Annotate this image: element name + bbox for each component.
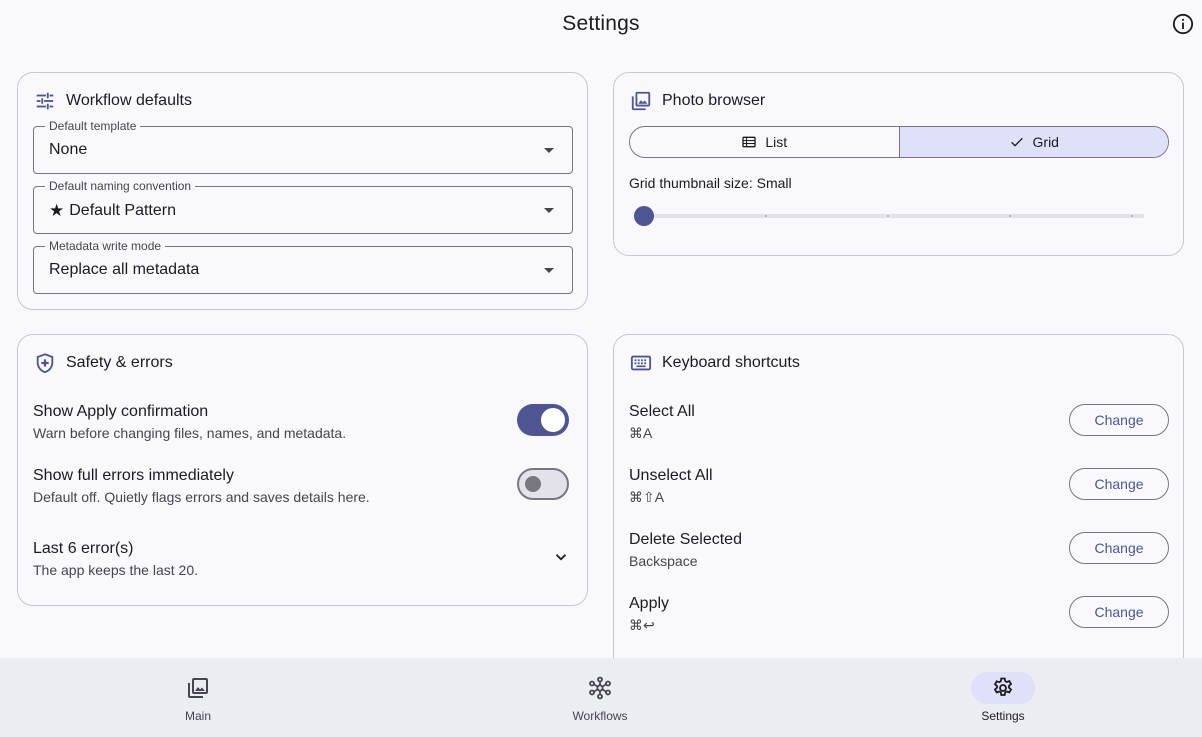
slider-tick [887, 215, 889, 217]
change-unselect-all-button[interactable]: Change [1069, 468, 1169, 500]
grid-view-label: Grid [1032, 134, 1059, 150]
tune-icon [36, 92, 54, 110]
workflow-defaults-card: Workflow defaults Default template None … [17, 72, 588, 310]
info-icon[interactable] [1172, 13, 1194, 35]
card-header: Workflow defaults [34, 90, 192, 112]
card-title: Workflow defaults [66, 92, 192, 109]
slider-thumb[interactable] [634, 206, 654, 226]
field-label: Metadata write mode [45, 239, 166, 253]
dropdown-arrow-icon [544, 208, 554, 213]
page-title: Settings [562, 12, 640, 35]
card-header: Safety & errors [34, 352, 173, 374]
row-subtitle: Warn before changing files, names, and m… [33, 425, 347, 441]
grid-view-button[interactable]: Grid [898, 127, 1168, 157]
nav-label: Main [184, 709, 211, 723]
change-select-all-button[interactable]: Change [1069, 404, 1169, 436]
photo-icon [188, 678, 208, 698]
nav-label: Settings [981, 709, 1025, 723]
apply-confirmation-row: Show Apply confirmation Warn before chan… [33, 402, 346, 442]
nav-item-main[interactable]: Main [133, 658, 263, 737]
apply-confirmation-switch[interactable] [517, 404, 569, 436]
nav-pill [971, 672, 1035, 704]
shortcut-row-unselect-all: Unselect All ⌘⇧A [629, 466, 713, 506]
gear-icon [993, 677, 1013, 696]
field-value: Replace all metadata [49, 261, 200, 278]
shortcut-name: Delete Selected [629, 531, 742, 548]
row-subtitle: The app keeps the last 20. [33, 562, 198, 578]
default-template-dropdown[interactable]: Default template None [33, 119, 573, 174]
list-view-label: List [765, 134, 788, 150]
bottom-navigation-bar: Main Workflows Settings [0, 658, 1202, 737]
row-title: Show Apply confirmation [33, 403, 209, 420]
nav-pill [568, 672, 632, 704]
photo-library-icon [631, 91, 651, 111]
safety-errors-card: Safety & errors Show Apply confirmation … [17, 334, 588, 606]
card-title: Safety & errors [66, 354, 173, 371]
shortcut-name: Select All [629, 403, 695, 420]
shortcut-row-apply: Apply ⌘↩ [629, 594, 669, 634]
shortcut-name: Unselect All [629, 467, 713, 484]
shortcut-keys: ⌘A [629, 425, 653, 441]
view-mode-toggle: List Grid [629, 126, 1169, 158]
slider-tick [1131, 215, 1133, 217]
thumbnail-size-label: Grid thumbnail size: Small [629, 175, 792, 191]
slider-track [644, 214, 1144, 218]
keyboard-shortcuts-card: Keyboard shortcuts Select All ⌘A Change … [613, 334, 1184, 694]
card-title: Photo browser [662, 92, 766, 109]
field-label: Default template [45, 119, 141, 133]
shortcut-keys: Backspace [629, 553, 698, 569]
card-title: Keyboard shortcuts [662, 354, 800, 371]
nav-item-settings[interactable]: Settings [938, 658, 1068, 737]
nav-item-workflows[interactable]: Workflows [535, 658, 665, 737]
change-apply-button[interactable]: Change [1069, 596, 1169, 628]
dropdown-arrow-icon [544, 268, 554, 273]
field-value: ★ Default Pattern [49, 201, 176, 220]
shield-icon [36, 353, 54, 374]
metadata-write-mode-dropdown[interactable]: Metadata write mode Replace all metadata [33, 239, 573, 294]
field-label: Default naming convention [45, 179, 196, 193]
row-subtitle: Default off. Quietly flags errors and sa… [33, 489, 370, 505]
row-title: Show full errors immediately [33, 467, 234, 484]
slider-tick [765, 215, 767, 217]
top-app-bar: Settings [0, 0, 1202, 50]
shortcut-row-select-all: Select All ⌘A [629, 402, 695, 442]
error-log-row[interactable]: Last 6 error(s) The app keeps the last 2… [33, 539, 198, 579]
photo-browser-card: Photo browser List Grid Grid thumbnail s… [613, 72, 1184, 256]
switch-knob [541, 408, 565, 432]
nav-label: Workflows [572, 709, 628, 723]
field-value: None [49, 141, 88, 158]
list-icon [742, 136, 757, 148]
row-title: Last 6 error(s) [33, 540, 134, 557]
slider-tick [1009, 215, 1011, 217]
full-errors-row: Show full errors immediately Default off… [33, 466, 370, 506]
keyboard-icon [630, 355, 652, 371]
thumbnail-size-slider[interactable] [634, 206, 1144, 226]
check-icon [1010, 137, 1023, 147]
workflow-icon [589, 676, 611, 700]
full-errors-switch[interactable] [517, 468, 569, 500]
change-delete-selected-button[interactable]: Change [1069, 532, 1169, 564]
switch-knob [525, 476, 541, 492]
shortcut-keys: ⌘⇧A [629, 489, 665, 505]
nav-pill [166, 672, 230, 704]
dropdown-arrow-icon [544, 148, 554, 153]
star-icon: ★ [49, 201, 65, 220]
card-header: Keyboard shortcuts [630, 352, 800, 374]
shortcut-keys: ⌘↩ [629, 617, 655, 633]
shortcut-row-delete-selected: Delete Selected Backspace [629, 530, 742, 570]
shortcut-name: Apply [629, 595, 670, 612]
list-view-button[interactable]: List [630, 127, 899, 157]
naming-convention-dropdown[interactable]: Default naming convention ★ Default Patte… [33, 179, 573, 234]
card-header: Photo browser [630, 90, 765, 112]
chevron-down-icon[interactable] [552, 548, 570, 566]
